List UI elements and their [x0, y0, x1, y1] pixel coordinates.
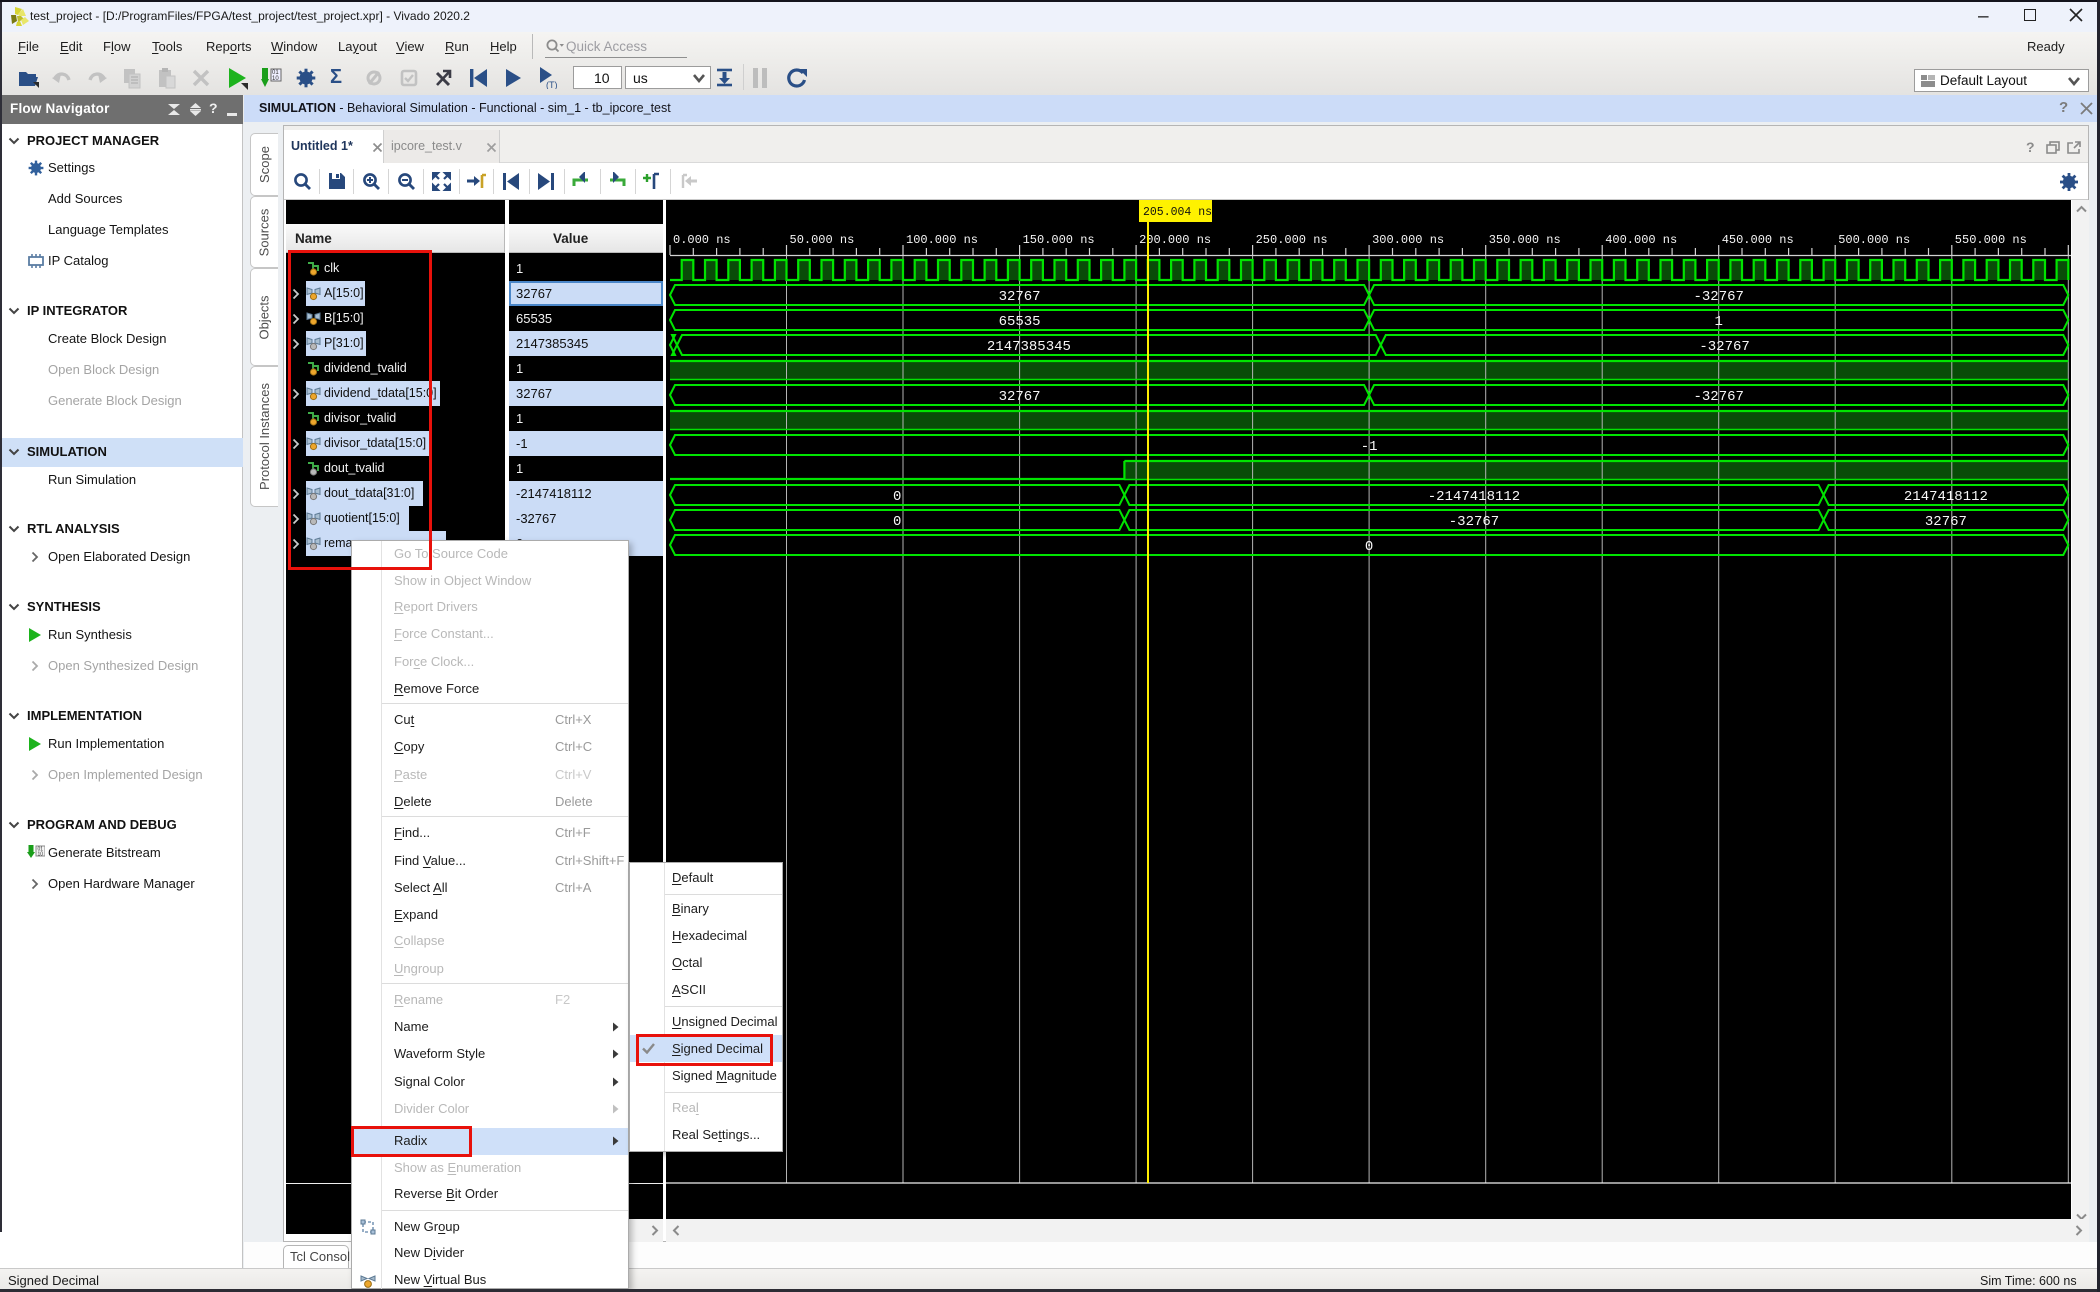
svg-text:-1: -1	[1361, 439, 1378, 455]
svg-text:0: 0	[893, 489, 901, 505]
svg-text:550.000 ns: 550.000 ns	[1955, 233, 2027, 247]
svg-text:(T): (T)	[546, 80, 558, 89]
svg-text:32767: 32767	[999, 289, 1041, 305]
svg-text:50.000 ns: 50.000 ns	[790, 233, 855, 247]
svg-text:32767: 32767	[1925, 514, 1967, 530]
svg-text:450.000 ns: 450.000 ns	[1722, 233, 1794, 247]
svg-text:32767: 32767	[999, 389, 1041, 405]
svg-text:-32767: -32767	[1693, 389, 1743, 405]
svg-text:1: 1	[1714, 314, 1722, 330]
svg-text:10: 10	[272, 76, 279, 82]
svg-text:-32767: -32767	[1693, 289, 1743, 305]
svg-text:500.000 ns: 500.000 ns	[1838, 233, 1910, 247]
svg-text:200.000 ns: 200.000 ns	[1139, 233, 1211, 247]
svg-text:2147418112: 2147418112	[1904, 489, 1988, 505]
svg-text:65535: 65535	[999, 314, 1041, 330]
svg-text:2147385345: 2147385345	[987, 339, 1071, 355]
svg-text:300.000 ns: 300.000 ns	[1372, 233, 1444, 247]
svg-text:-2147418112: -2147418112	[1428, 489, 1520, 505]
svg-text:-32767: -32767	[1699, 339, 1749, 355]
svg-text:-32767: -32767	[1449, 514, 1499, 530]
svg-text:350.000 ns: 350.000 ns	[1489, 233, 1561, 247]
svg-text:100.000 ns: 100.000 ns	[906, 233, 978, 247]
svg-text:250.000 ns: 250.000 ns	[1256, 233, 1328, 247]
svg-text:400.000 ns: 400.000 ns	[1605, 233, 1677, 247]
svg-text:205.004 ns: 205.004 ns	[1143, 206, 1212, 219]
svg-text:150.000 ns: 150.000 ns	[1023, 233, 1095, 247]
svg-text:10: 10	[38, 852, 44, 858]
svg-text:0: 0	[1365, 539, 1373, 555]
svg-text:0.000 ns: 0.000 ns	[673, 233, 731, 247]
svg-text:0: 0	[893, 514, 901, 530]
